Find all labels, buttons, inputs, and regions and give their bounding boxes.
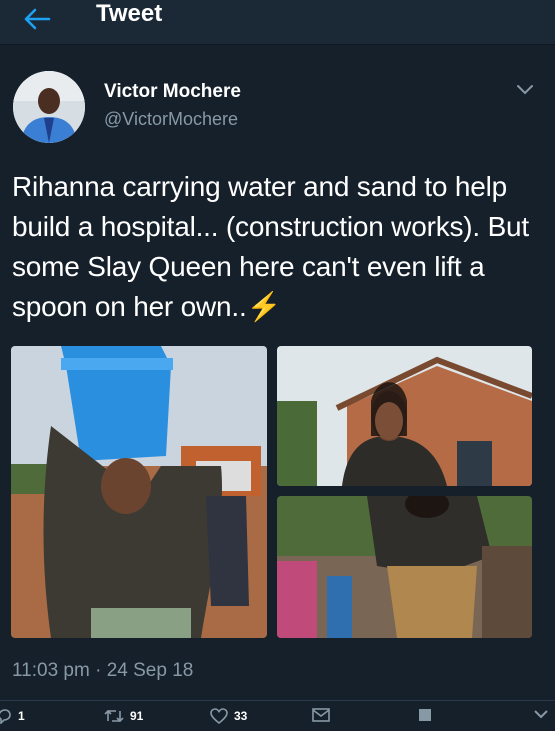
tweet-text: Rihanna carrying water and sand to help … [12,167,542,327]
author-display-name[interactable]: Victor Mochere [104,81,241,103]
like-button[interactable]: 33 [210,708,247,724]
heart-icon [210,708,228,724]
top-bar: Tweet [0,0,555,45]
chevron-down-icon [534,710,548,719]
reply-button[interactable]: 1 [0,708,25,724]
divider [0,700,555,701]
like-count: 33 [234,709,248,723]
tweet-options-button[interactable] [514,80,536,98]
arrow-left-icon [24,8,51,30]
retweet-icon [104,709,124,723]
share-icon [419,709,431,721]
reply-count: 1 [18,709,25,723]
photo-3[interactable] [277,496,532,638]
avatar[interactable] [13,71,85,143]
page-title: Tweet [96,0,163,27]
envelope-icon [312,708,330,722]
photo-2[interactable] [277,346,532,486]
action-bar: 1 91 33 [0,708,555,731]
back-button[interactable] [20,4,54,34]
retweet-count: 91 [130,709,144,723]
retweet-button[interactable]: 91 [104,708,143,724]
reply-icon [0,709,11,724]
author-handle[interactable]: @VictorMochere [104,109,238,130]
lightning-emoji: ⚡ [246,291,282,322]
tweet-timestamp[interactable]: 11:03 pm · 24 Sep 18 [12,660,193,682]
photo-1[interactable] [11,346,267,638]
direct-message-button[interactable] [312,708,330,722]
chevron-down-icon [517,85,533,95]
share-button[interactable] [418,708,432,722]
more-button[interactable] [533,708,549,720]
